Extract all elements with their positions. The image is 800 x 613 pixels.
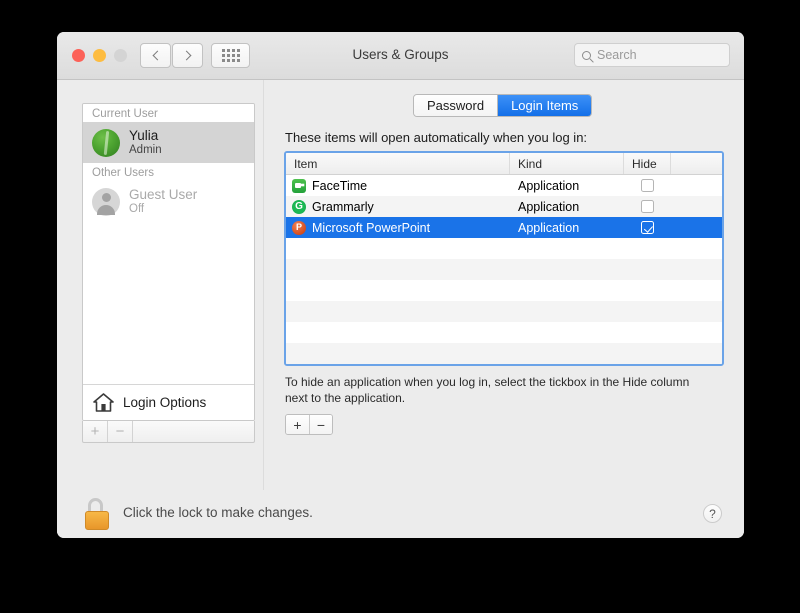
- table-row[interactable]: FaceTime Application: [286, 175, 722, 196]
- users-sidebar: Current User Yulia Admin Other Users Gue…: [82, 103, 255, 421]
- content-pane: Password Login Items These items will op…: [263, 80, 744, 490]
- cell-kind: Application: [518, 220, 580, 235]
- sidebar-item-label: Login Options: [123, 395, 207, 410]
- group-header-current-user: Current User: [83, 104, 254, 122]
- padlock-body: [85, 511, 109, 530]
- cell-hide: [624, 179, 671, 192]
- cell-hide: [624, 200, 671, 213]
- column-header-kind[interactable]: Kind: [510, 153, 624, 174]
- cell-hide: [624, 221, 671, 234]
- tab-login-items[interactable]: Login Items: [497, 95, 592, 116]
- remove-user-button[interactable]: −: [108, 421, 133, 442]
- column-header-hide[interactable]: Hide: [624, 153, 671, 174]
- unlocked-padlock-icon[interactable]: [85, 498, 113, 530]
- system-preferences-window: Users & Groups Search Current User Yulia…: [57, 32, 744, 538]
- house-icon: [93, 393, 114, 412]
- remove-login-item-button[interactable]: −: [309, 415, 332, 434]
- user-name: Yulia: [129, 128, 159, 143]
- window-body: Current User Yulia Admin Other Users Gue…: [57, 80, 744, 538]
- table-row-empty[interactable]: [286, 322, 722, 343]
- login-items-table[interactable]: Item Kind Hide FaceTime Application G Gr…: [284, 151, 724, 366]
- table-row-empty[interactable]: [286, 238, 722, 259]
- avatar: [92, 128, 120, 157]
- add-login-item-button[interactable]: +: [286, 415, 309, 434]
- powerpoint-icon: [292, 220, 306, 235]
- item-label: Microsoft PowerPoint: [312, 220, 431, 235]
- add-user-button[interactable]: +: [83, 421, 108, 442]
- help-button[interactable]: ?: [703, 504, 722, 523]
- hide-checkbox[interactable]: [641, 200, 654, 213]
- avatar: [92, 187, 120, 216]
- tab-bar: Password Login Items: [413, 94, 593, 117]
- item-label: FaceTime: [312, 178, 368, 193]
- column-header-spacer: [671, 153, 722, 174]
- table-header-row: Item Kind Hide: [286, 153, 722, 175]
- table-row-empty[interactable]: [286, 343, 722, 364]
- table-row-empty[interactable]: [286, 259, 722, 280]
- user-role: Admin: [129, 144, 162, 156]
- sidebar-add-remove-group: + −: [82, 421, 255, 443]
- grammarly-icon: [292, 199, 306, 214]
- user-name: Guest User: [129, 187, 198, 202]
- table-row-selected[interactable]: Microsoft PowerPoint Application: [286, 217, 722, 238]
- add-remove-item-group: + −: [285, 414, 333, 435]
- group-header-other-users: Other Users: [83, 163, 254, 181]
- item-label: Grammarly: [312, 199, 374, 214]
- hide-column-hint: To hide an application when you log in, …: [285, 375, 690, 405]
- table-row-empty[interactable]: [286, 301, 722, 322]
- intro-text: These items will open automatically when…: [285, 130, 588, 145]
- search-placeholder: Search: [597, 48, 637, 62]
- column-header-item[interactable]: Item: [286, 153, 510, 174]
- table-row-empty[interactable]: [286, 364, 722, 366]
- cell-item: Microsoft PowerPoint: [286, 220, 510, 235]
- sidebar-item-yulia[interactable]: Yulia Admin: [83, 122, 254, 163]
- window-titlebar: Users & Groups Search: [57, 32, 744, 80]
- sidebar-item-login-options[interactable]: Login Options: [83, 384, 254, 420]
- sidebar-item-guest-user[interactable]: Guest User Off: [83, 181, 254, 222]
- search-input[interactable]: Search: [574, 43, 730, 67]
- footer-bar: Click the lock to make changes. ?: [57, 490, 744, 538]
- hide-checkbox[interactable]: [641, 221, 654, 234]
- cell-item: Grammarly: [286, 199, 510, 214]
- cell-kind: Application: [518, 178, 580, 193]
- table-row-empty[interactable]: [286, 280, 722, 301]
- hide-checkbox[interactable]: [641, 179, 654, 192]
- table-row[interactable]: Grammarly Application: [286, 196, 722, 217]
- cell-item: FaceTime: [286, 178, 510, 193]
- lock-hint-text: Click the lock to make changes.: [123, 505, 313, 520]
- facetime-icon: [292, 178, 306, 193]
- tab-password[interactable]: Password: [414, 95, 498, 116]
- user-role: Off: [129, 203, 145, 215]
- cell-kind: Application: [518, 199, 580, 214]
- search-icon: [582, 50, 591, 60]
